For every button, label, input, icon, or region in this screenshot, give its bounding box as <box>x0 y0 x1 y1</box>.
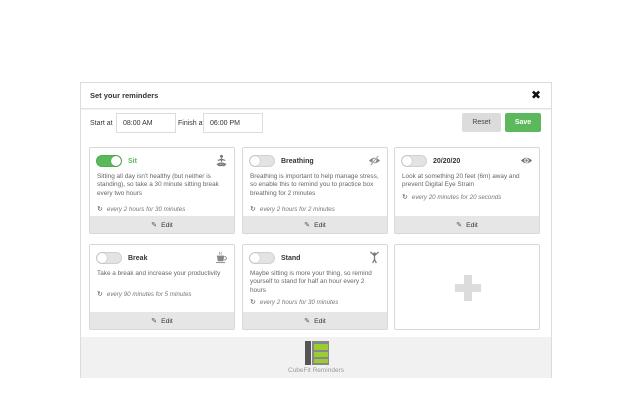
reminder-description: Sitting all day isn't healthy (but neith… <box>97 173 219 197</box>
close-icon[interactable]: ✖ <box>531 88 541 102</box>
reminder-description: Maybe sitting is more your thing, so rem… <box>250 270 372 294</box>
edit-button[interactable]: ✎ Edit <box>395 216 539 233</box>
20-20-20-toggle[interactable] <box>401 155 427 167</box>
add-reminder-button[interactable] <box>394 244 540 330</box>
edit-button[interactable]: ✎ Edit <box>90 216 234 233</box>
dialog-header: Set your reminders ✖ <box>81 83 551 109</box>
stand-toggle[interactable] <box>249 252 275 264</box>
reminder-card-break: Break Take a break and increase your pro… <box>89 244 235 330</box>
reminder-frequency: ↻ every 2 hours for 30 minutes <box>97 206 186 213</box>
edit-button[interactable]: ✎ Edit <box>243 312 387 329</box>
break-toggle[interactable] <box>96 252 122 264</box>
reminder-card-stand: Stand Maybe sitting is more your thing, … <box>242 244 388 330</box>
reminder-name: Sit <box>128 158 137 165</box>
edit-button[interactable]: ✎ Edit <box>90 312 234 329</box>
reminders-dialog: Set your reminders ✖ Start at 08:00 AM F… <box>80 82 552 378</box>
refresh-icon: ↻ <box>97 206 103 213</box>
finish-label: Finish at <box>178 120 205 127</box>
plus-icon-vertical <box>464 275 472 301</box>
reminder-name: Stand <box>281 255 301 262</box>
reminder-frequency: ↻ every 20 minutes for 20 seconds <box>402 194 502 201</box>
reminder-card-sit: Sit Sitting all day isn't healthy (but n… <box>89 147 235 234</box>
reminder-card-breathing: Breathing Breathing is important to help… <box>242 147 388 234</box>
refresh-icon: ↻ <box>402 194 408 201</box>
reminder-name: 20/20/20 <box>433 158 461 165</box>
pencil-icon: ✎ <box>151 222 158 229</box>
eye-icon <box>520 157 533 164</box>
reminder-name: Breathing <box>281 158 314 165</box>
refresh-icon: ↻ <box>97 291 103 298</box>
start-time-input[interactable]: 08:00 AM <box>116 113 176 133</box>
reminder-frequency: ↻ every 2 hours for 30 minutes <box>250 299 339 306</box>
reminder-description: Breathing is important to help manage st… <box>250 173 379 197</box>
sit-toggle[interactable] <box>96 155 122 167</box>
cubefit-logo <box>305 341 329 365</box>
reset-button[interactable]: Reset <box>462 113 501 132</box>
reminder-frequency: ↻ every 2 hours for 2 minutes <box>250 206 335 213</box>
standing-person-icon <box>369 251 380 264</box>
brand-name: CubeFit Reminders <box>288 367 344 374</box>
refresh-icon: ↻ <box>250 206 256 213</box>
edit-button[interactable]: ✎ Edit <box>243 216 387 233</box>
reminder-card-20-20-20: 20/20/20 Look at something 20 feet (6m) … <box>394 147 540 234</box>
reminder-description: Take a break and increase your productiv… <box>97 270 221 277</box>
reminder-name: Break <box>128 255 148 262</box>
pencil-icon: ✎ <box>304 222 311 229</box>
coffee-cup-icon <box>215 251 227 264</box>
start-label: Start at <box>90 120 113 127</box>
breathing-toggle[interactable] <box>249 155 275 167</box>
dialog-title: Set your reminders <box>90 91 159 100</box>
reminder-frequency: ↻ every 90 minutes for 5 minutes <box>97 291 192 298</box>
pencil-icon: ✎ <box>151 318 158 325</box>
finish-time-input[interactable]: 06:00 PM <box>203 113 263 133</box>
pencil-icon: ✎ <box>456 222 463 229</box>
save-button[interactable]: Save <box>505 113 541 132</box>
time-controls: Start at 08:00 AM Finish at 06:00 PM Res… <box>81 110 551 140</box>
eye-slash-icon <box>368 155 381 166</box>
pencil-icon: ✎ <box>304 318 311 325</box>
meditation-icon <box>216 154 227 167</box>
refresh-icon: ↻ <box>250 299 256 306</box>
reminder-description: Look at something 20 feet (6m) away and … <box>402 173 520 189</box>
